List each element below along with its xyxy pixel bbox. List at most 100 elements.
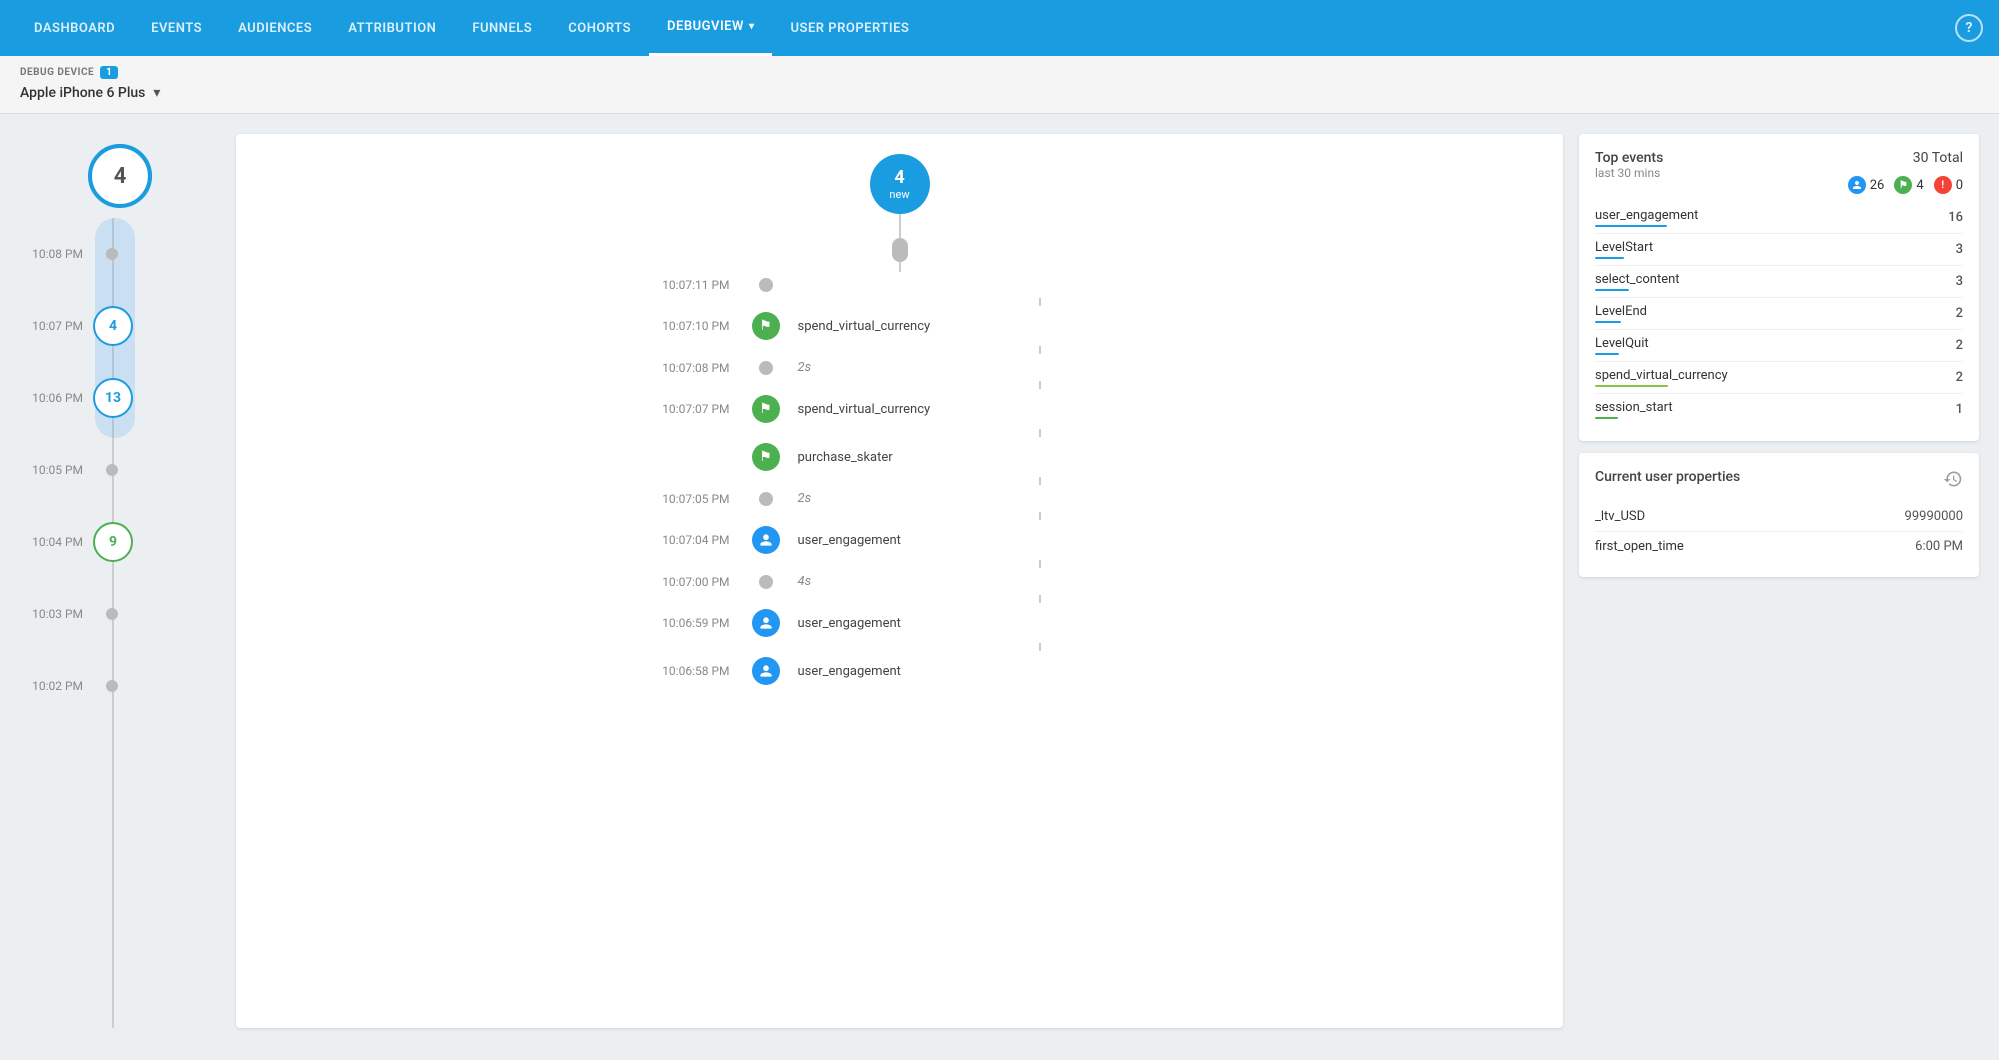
event-row-3[interactable]: 10:07:07 PM ⚑ spend_virtual_currency: [610, 389, 1190, 429]
event-dot-5: [750, 526, 782, 554]
top-event-count-7: 1: [1956, 402, 1963, 417]
left-timeline: 4 10:08 PM 10:07 PM 4 10:06 PM 13: [20, 134, 220, 1028]
nav-debugview[interactable]: DEBUGVIEW ▾: [649, 0, 772, 56]
event-row-1[interactable]: 10:07:11 PM: [610, 272, 1190, 298]
prop-row-1[interactable]: _ltv_USD 99990000: [1595, 502, 1963, 532]
nav-attribution[interactable]: ATTRIBUTION: [330, 0, 454, 56]
nav-funnels[interactable]: FUNNELS: [454, 0, 550, 56]
top-connector: [899, 214, 901, 238]
event-row-6[interactable]: 10:06:59 PM user_engagement: [610, 603, 1190, 643]
device-selector[interactable]: Apple iPhone 6 Plus ▾: [20, 85, 1979, 101]
timeline-row-1004[interactable]: 10:04 PM 9: [20, 506, 220, 578]
nav-dashboard[interactable]: DASHBOARD: [16, 0, 133, 56]
event-dot-gap3: [750, 575, 782, 589]
timeline-top-circle: 4: [88, 144, 152, 208]
time-label-1006: 10:06 PM: [20, 391, 95, 405]
center-panel: 4 new 10:07:11 PM 10:07:10 PM ⚑ spend_vi…: [236, 134, 1563, 1028]
top-event-name-1: user_engagement: [1595, 208, 1698, 227]
timeline-row-1002: 10:02 PM: [20, 650, 220, 722]
event-duration-1: 2s: [782, 360, 812, 375]
event-duration-3: 4s: [782, 574, 812, 589]
event-dot-gap2: [750, 492, 782, 506]
debugview-dropdown-arrow: ▾: [749, 21, 755, 32]
timeline-bubble-1006[interactable]: 13: [93, 378, 133, 418]
prop-value-1: 99990000: [1905, 509, 1963, 524]
top-event-row-5[interactable]: LevelQuit 2: [1595, 330, 1963, 362]
right-panel: Top events last 30 mins 30 Total 26 ⚑: [1579, 134, 1979, 1028]
event-row-gap2: 10:07:05 PM 2s: [610, 485, 1190, 512]
top-event-count-1: 16: [1948, 210, 1963, 225]
event-time-7: 10:06:58 PM: [610, 664, 750, 678]
event-time-2: 10:07:10 PM: [610, 319, 750, 333]
count-green: ⚑ 4: [1894, 176, 1923, 194]
event-time-1: 10:07:11 PM: [610, 278, 750, 292]
top-event-row-6[interactable]: spend_virtual_currency 2: [1595, 362, 1963, 394]
top-event-name-6: spend_virtual_currency: [1595, 368, 1728, 387]
event-dot-gap1: [750, 361, 782, 375]
event-row-5[interactable]: 10:07:04 PM user_engagement: [610, 520, 1190, 560]
event-dot-2: ⚑: [750, 312, 782, 340]
event-dot-4: ⚑: [750, 443, 782, 471]
timeline-row-1005: 10:05 PM: [20, 434, 220, 506]
top-event-count-6: 2: [1956, 370, 1963, 385]
prop-name-2: first_open_time: [1595, 539, 1684, 554]
timeline-dot-1005: [106, 464, 118, 476]
blue-person-icon-7: [752, 657, 780, 685]
top-event-row-2[interactable]: LevelStart 3: [1595, 234, 1963, 266]
nav-events[interactable]: EVENTS: [133, 0, 220, 56]
event-row-7[interactable]: 10:06:58 PM user_engagement: [610, 651, 1190, 691]
blue-person-icon-6: [752, 609, 780, 637]
user-properties-header: Current user properties: [1595, 469, 1963, 494]
event-name-5: user_engagement: [782, 533, 901, 548]
event-time-5: 10:07:04 PM: [610, 533, 750, 547]
count-red: ! 0: [1934, 176, 1963, 194]
top-event-name-2: LevelStart: [1595, 240, 1653, 259]
nav-user-properties[interactable]: USER PROPERTIES: [772, 0, 927, 56]
green-flag-icon-3: ⚑: [752, 395, 780, 423]
top-event-name-3: select_content: [1595, 272, 1680, 291]
gray-dot-icon: [759, 278, 773, 292]
event-dot-3: ⚑: [750, 395, 782, 423]
top-event-count-4: 2: [1956, 306, 1963, 321]
blue-person-icon-5: [752, 526, 780, 554]
top-events-list: user_engagement 16 LevelStart 3 select_c…: [1595, 202, 1963, 425]
history-icon[interactable]: [1943, 469, 1963, 494]
green-flag-icon-2: ⚑: [752, 312, 780, 340]
top-event-row-4[interactable]: LevelEnd 2: [1595, 298, 1963, 330]
event-row-4[interactable]: ⚑ purchase_skater: [610, 437, 1190, 477]
debug-count-badge: 1: [100, 66, 118, 79]
user-properties-title: Current user properties: [1595, 469, 1740, 485]
count-dot-blue: [1848, 176, 1866, 194]
top-events-total: 30 Total: [1913, 150, 1963, 166]
gap-dot-2: [759, 492, 773, 506]
help-button[interactable]: ?: [1955, 14, 1983, 42]
time-label-1003: 10:03 PM: [20, 607, 95, 621]
event-row-gap3: 10:07:00 PM 4s: [610, 568, 1190, 595]
timeline-bubble-1007[interactable]: 4: [93, 306, 133, 346]
event-row-gap1: 10:07:08 PM 2s: [610, 354, 1190, 381]
count-dot-red: !: [1934, 176, 1952, 194]
time-label-1007: 10:07 PM: [20, 319, 95, 333]
prop-name-1: _ltv_USD: [1595, 509, 1645, 524]
timeline-dot-1003: [106, 608, 118, 620]
count-dot-green: ⚑: [1894, 176, 1912, 194]
toolbar: DEBUG DEVICE 1 Apple iPhone 6 Plus ▾: [0, 56, 1999, 114]
event-row-2[interactable]: 10:07:10 PM ⚑ spend_virtual_currency: [610, 306, 1190, 346]
event-name-7: user_engagement: [782, 664, 901, 679]
prop-row-2[interactable]: first_open_time 6:00 PM: [1595, 532, 1963, 561]
main-content: 4 10:08 PM 10:07 PM 4 10:06 PM 13: [0, 114, 1999, 1048]
top-event-count-3: 3: [1956, 274, 1963, 289]
timeline-spine: 10:08 PM 10:07 PM 4 10:06 PM 13 10:05 PM…: [20, 218, 220, 1028]
top-event-row-1[interactable]: user_engagement 16: [1595, 202, 1963, 234]
prop-value-2: 6:00 PM: [1915, 539, 1963, 554]
time-label-1005: 10:05 PM: [20, 463, 95, 477]
event-dot-7: [750, 657, 782, 685]
timeline-row-1003: 10:03 PM: [20, 578, 220, 650]
nav-audiences[interactable]: AUDIENCES: [220, 0, 330, 56]
event-time-gap2: 10:07:05 PM: [610, 492, 750, 506]
event-time-3: 10:07:07 PM: [610, 402, 750, 416]
nav-cohorts[interactable]: COHORTS: [550, 0, 649, 56]
timeline-bubble-1004[interactable]: 9: [93, 522, 133, 562]
top-event-row-3[interactable]: select_content 3: [1595, 266, 1963, 298]
top-event-row-7[interactable]: session_start 1: [1595, 394, 1963, 425]
